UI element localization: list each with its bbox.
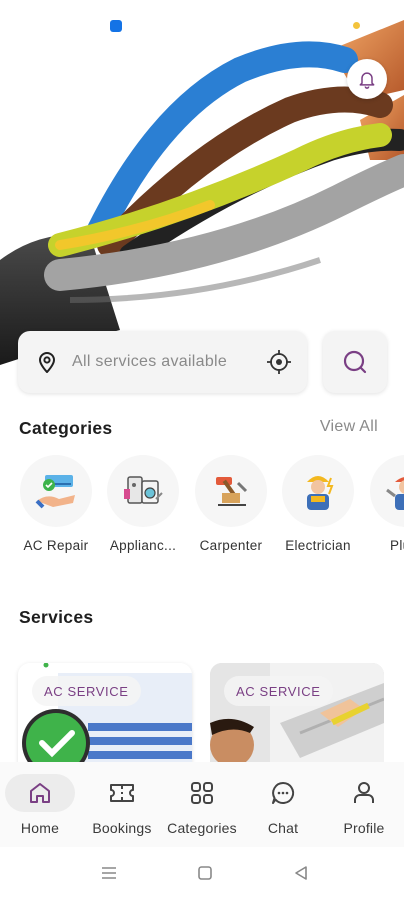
hero-banner-image <box>0 0 404 365</box>
nav-label: Bookings <box>92 820 152 836</box>
service-card[interactable]: AC SERVICE <box>210 663 384 773</box>
nav-categories[interactable]: Categories <box>162 774 242 836</box>
back-triangle-icon[interactable] <box>293 865 309 881</box>
category-label: Electrician <box>285 538 351 553</box>
categories-title: Categories <box>19 418 113 438</box>
cable-illustration <box>0 20 404 365</box>
nav-bookings[interactable]: Bookings <box>82 774 162 836</box>
nav-label: Home <box>20 820 60 836</box>
nav-label: Categories <box>167 820 237 836</box>
location-search-bar[interactable]: All services available <box>18 331 307 393</box>
notifications-button[interactable] <box>347 59 387 99</box>
home-square-icon[interactable] <box>197 865 213 881</box>
grid-icon <box>162 774 242 812</box>
category-label: AC Repair <box>23 538 89 553</box>
view-all-link[interactable]: View All <box>320 418 378 436</box>
services-title: Services <box>19 607 94 627</box>
electrician-icon <box>282 455 354 527</box>
system-navigation-bar <box>0 847 404 900</box>
crosshair-icon[interactable] <box>265 348 293 376</box>
bell-icon <box>359 72 375 89</box>
category-label: Plum <box>390 538 404 553</box>
search-placeholder: All services available <box>72 353 228 370</box>
search-icon <box>343 350 367 374</box>
nav-chat[interactable]: Chat <box>243 774 323 836</box>
user-icon <box>324 774 404 812</box>
category-appliance[interactable]: Applianc... <box>101 455 185 553</box>
category-ac-repair[interactable]: AC Repair <box>14 455 98 553</box>
nav-label: Chat <box>267 820 299 836</box>
category-carpenter[interactable]: Carpenter <box>189 455 273 553</box>
chat-icon <box>243 774 323 812</box>
notification-dot <box>353 22 360 29</box>
categories-list: AC Repair Applianc... Carpenter Electric… <box>0 455 404 555</box>
appliance-icon <box>107 455 179 527</box>
plumber-icon <box>370 455 404 527</box>
ac-repair-icon <box>20 455 92 527</box>
service-badge: AC SERVICE <box>32 676 141 706</box>
search-button[interactable] <box>323 331 387 393</box>
home-icon <box>5 774 75 812</box>
nav-label: Profile <box>343 820 385 836</box>
category-label: Applianc... <box>109 538 177 553</box>
category-plumber[interactable]: Plum <box>364 455 404 553</box>
category-electrician[interactable]: Electrician <box>276 455 360 553</box>
nav-profile[interactable]: Profile <box>324 774 404 836</box>
nav-home[interactable]: Home <box>0 774 80 836</box>
menu-icon[interactable] <box>101 865 117 881</box>
cloud-icon <box>110 20 122 32</box>
map-pin-icon <box>38 351 60 373</box>
carpenter-icon <box>195 455 267 527</box>
bottom-navigation: Home Bookings Categories Chat Profile <box>0 762 404 847</box>
category-label: Carpenter <box>199 538 263 553</box>
ticket-icon <box>82 774 162 812</box>
service-badge: AC SERVICE <box>224 676 333 706</box>
service-card[interactable]: AC SERVICE <box>18 663 192 773</box>
